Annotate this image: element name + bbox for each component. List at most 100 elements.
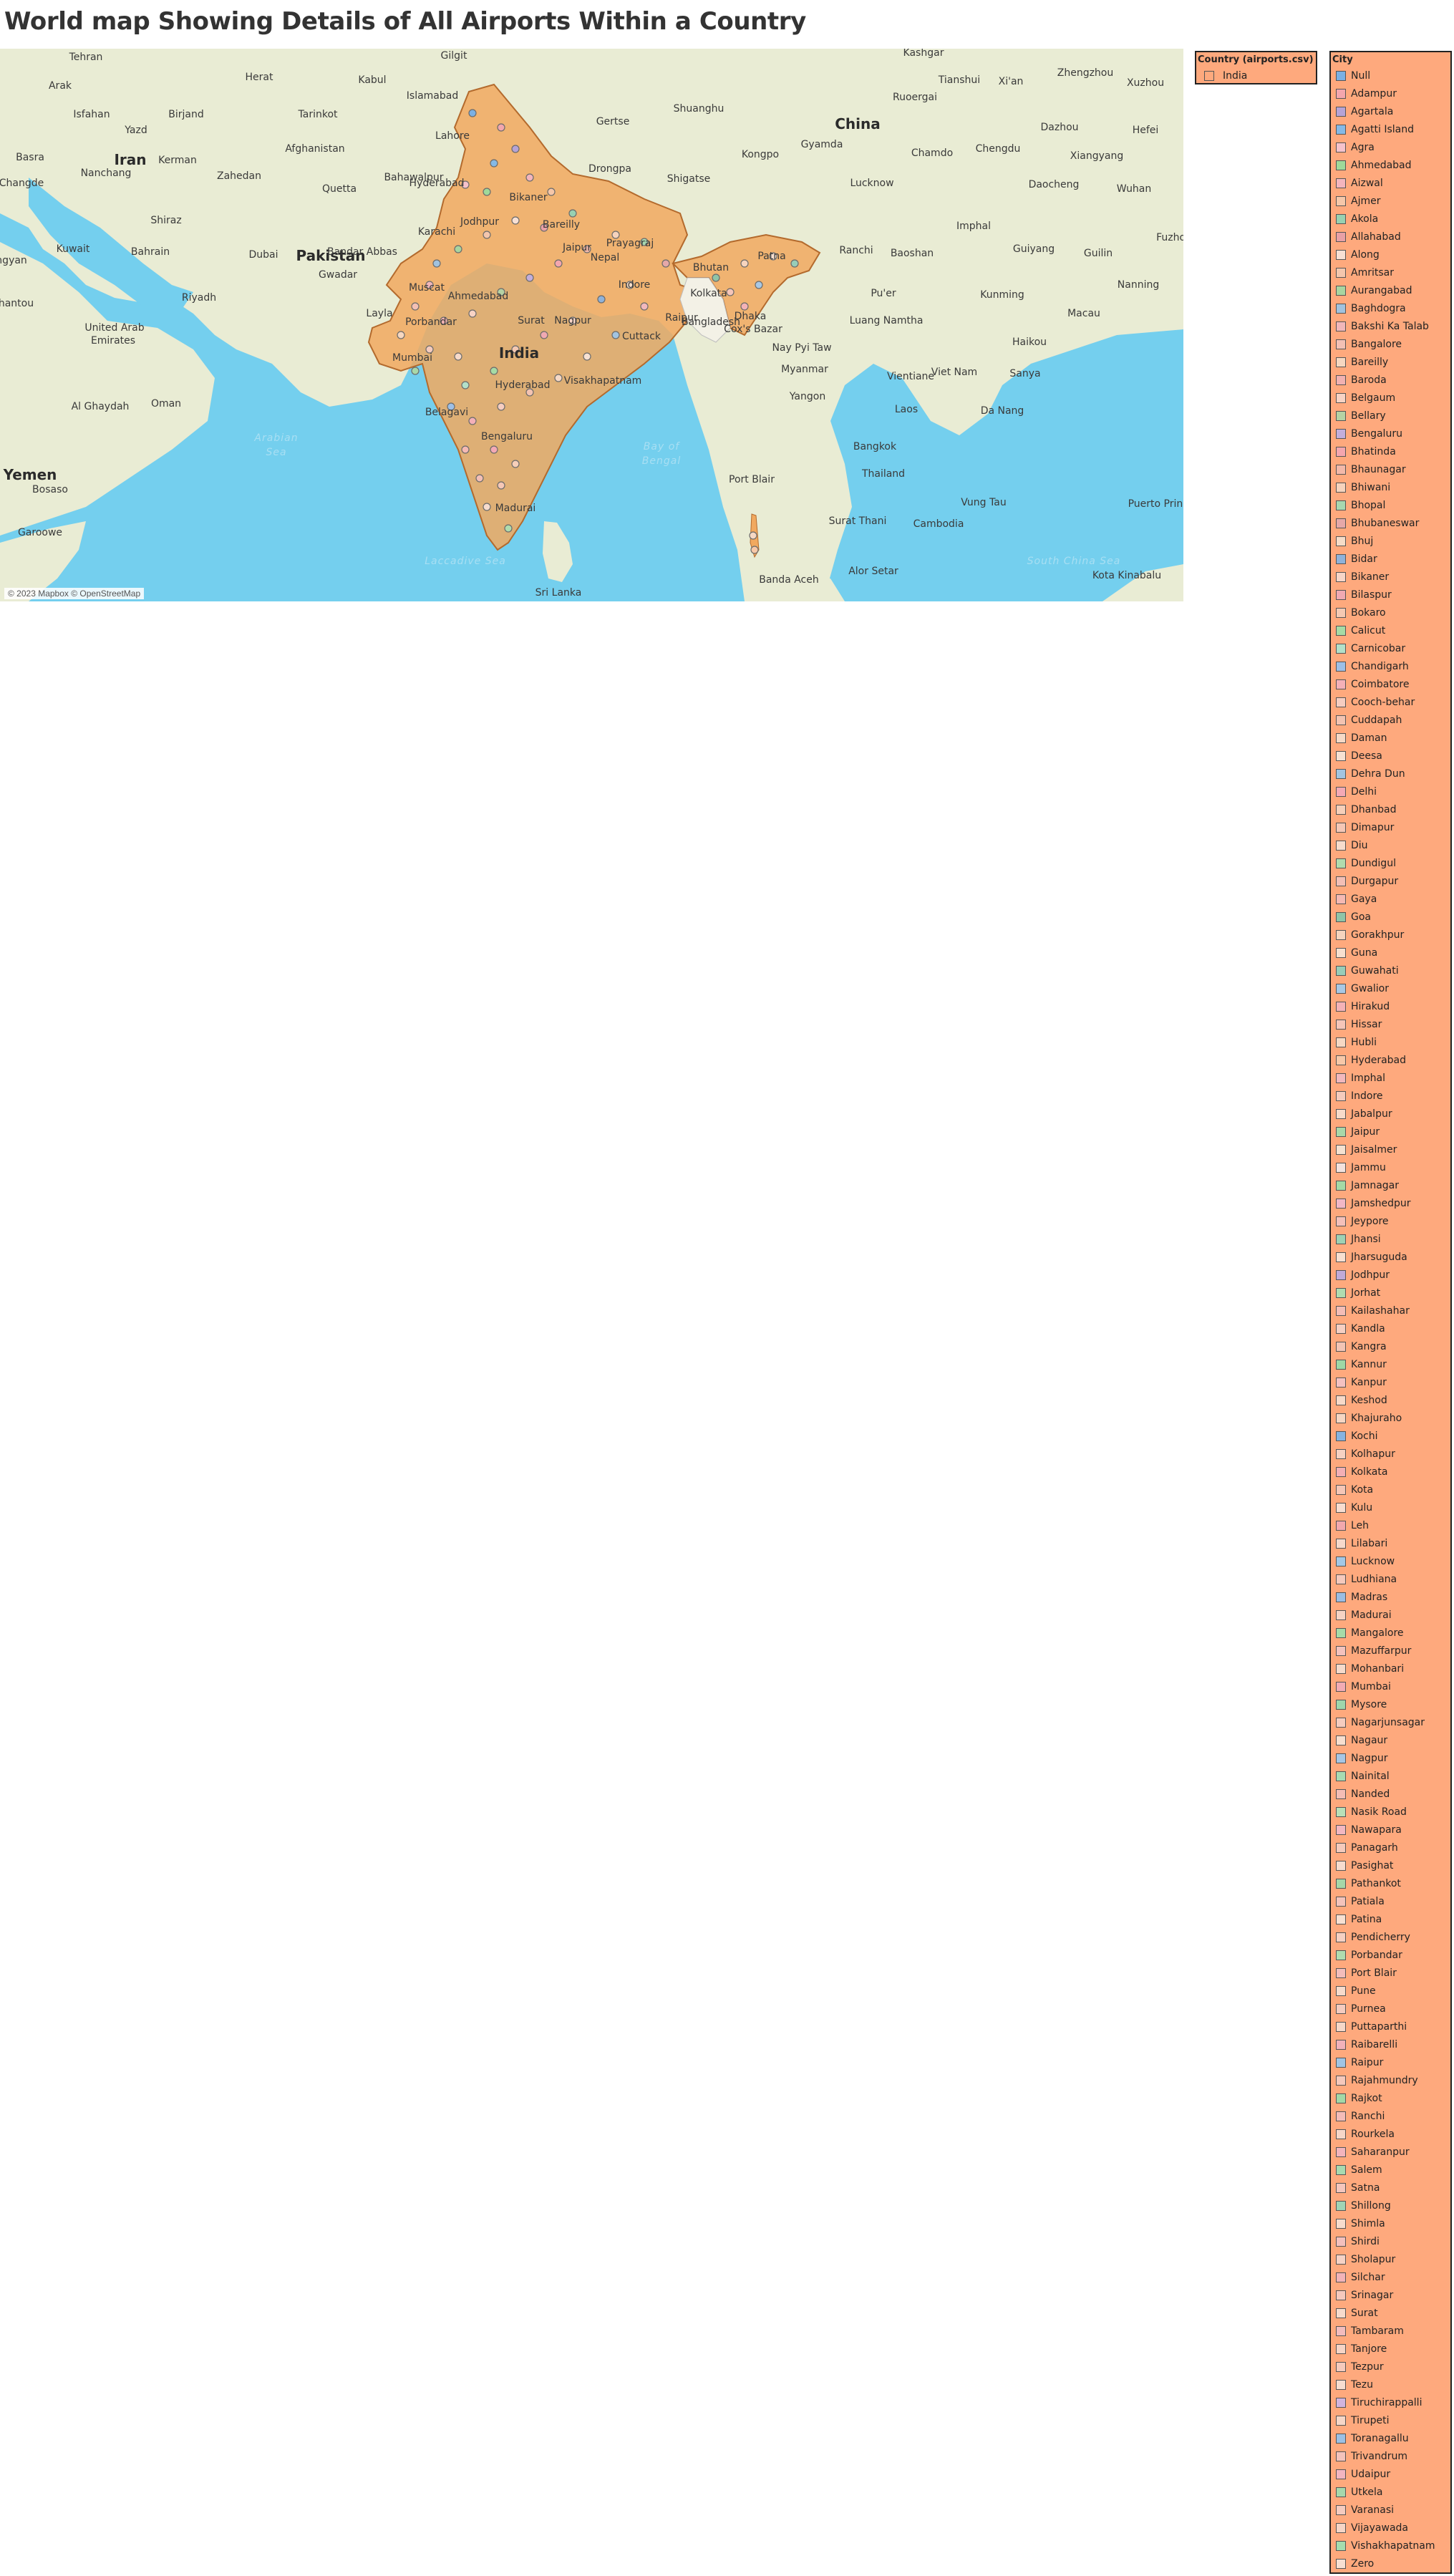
city-legend-item[interactable]: Raipur bbox=[1331, 2053, 1450, 2071]
city-legend-item[interactable]: Bikaner bbox=[1331, 568, 1450, 586]
city-legend-item[interactable]: Jammu bbox=[1331, 1158, 1450, 1176]
airport-marker[interactable] bbox=[497, 123, 505, 132]
airport-marker[interactable] bbox=[475, 474, 484, 483]
city-legend-item[interactable]: Along bbox=[1331, 246, 1450, 263]
airport-marker[interactable] bbox=[547, 188, 556, 196]
city-legend-item[interactable]: Port Blair bbox=[1331, 1964, 1450, 1982]
city-legend-item[interactable]: Dehra Dun bbox=[1331, 765, 1450, 783]
city-legend-item[interactable]: Rajkot bbox=[1331, 2089, 1450, 2107]
city-legend-item[interactable]: Null bbox=[1331, 67, 1450, 84]
airport-marker[interactable] bbox=[504, 524, 513, 533]
city-legend-item[interactable]: Diu bbox=[1331, 836, 1450, 854]
city-legend-item[interactable]: Jaipur bbox=[1331, 1123, 1450, 1141]
city-legend-item[interactable]: Nawapara bbox=[1331, 1821, 1450, 1839]
city-legend-item[interactable]: Nasik Road bbox=[1331, 1803, 1450, 1821]
airport-marker[interactable] bbox=[540, 331, 548, 339]
city-legend-item[interactable]: Allahabad bbox=[1331, 228, 1450, 246]
city-legend-item[interactable]: Varanasi bbox=[1331, 2501, 1450, 2519]
city-legend-item[interactable]: Cuddapah bbox=[1331, 711, 1450, 729]
airport-marker[interactable] bbox=[411, 367, 420, 375]
airport-marker[interactable] bbox=[554, 374, 563, 382]
city-legend-item[interactable]: Toranagallu bbox=[1331, 2429, 1450, 2447]
city-legend-item[interactable]: Jharsuguda bbox=[1331, 1248, 1450, 1266]
city-legend-item[interactable]: Dhanbad bbox=[1331, 800, 1450, 818]
city-legend-item[interactable]: Jeypore bbox=[1331, 1212, 1450, 1230]
city-legend-item[interactable]: Vishakhapatnam bbox=[1331, 2537, 1450, 2555]
airport-marker[interactable] bbox=[726, 288, 735, 296]
airport-marker[interactable] bbox=[712, 273, 720, 282]
city-legend-item[interactable]: Kailashahar bbox=[1331, 1302, 1450, 1320]
airport-marker[interactable] bbox=[497, 402, 505, 411]
airport-marker[interactable] bbox=[511, 460, 520, 468]
airport-marker[interactable] bbox=[454, 245, 462, 253]
airport-marker[interactable] bbox=[461, 445, 470, 454]
city-legend-item[interactable]: Tanjore bbox=[1331, 2340, 1450, 2358]
city-legend-item[interactable]: Sholapur bbox=[1331, 2250, 1450, 2268]
airport-marker[interactable] bbox=[790, 259, 799, 268]
city-legend-item[interactable]: Surat bbox=[1331, 2304, 1450, 2322]
city-legend-item[interactable]: Chandigarh bbox=[1331, 657, 1450, 675]
airport-marker[interactable] bbox=[597, 295, 606, 304]
city-legend-item[interactable]: Kangra bbox=[1331, 1337, 1450, 1355]
airport-marker[interactable] bbox=[483, 188, 491, 196]
airport-marker[interactable] bbox=[640, 302, 649, 311]
city-legend-item[interactable]: Patina bbox=[1331, 1910, 1450, 1928]
city-legend-item[interactable]: Goa bbox=[1331, 908, 1450, 926]
city-legend-item[interactable]: Hyderabad bbox=[1331, 1051, 1450, 1069]
map-canvas[interactable]: IndiaPakistanChinaIranYemenNepalBhutanBa… bbox=[0, 49, 1183, 601]
airport-marker[interactable] bbox=[661, 259, 670, 268]
airport-map[interactable]: India Pakistan China Iran Yemen Nepal Bhutan Ba… bbox=[0, 49, 1183, 601]
airport-marker[interactable] bbox=[468, 309, 477, 318]
city-legend-item[interactable]: Belgaum bbox=[1331, 389, 1450, 407]
city-legend-item[interactable]: Silchar bbox=[1331, 2268, 1450, 2286]
city-legend-item[interactable]: Jamnagar bbox=[1331, 1176, 1450, 1194]
city-legend-item[interactable]: Pune bbox=[1331, 1982, 1450, 2000]
city-legend-item[interactable]: Durgapur bbox=[1331, 872, 1450, 890]
city-legend-item[interactable]: Guwahati bbox=[1331, 962, 1450, 979]
city-legend-item[interactable]: Kulu bbox=[1331, 1498, 1450, 1516]
city-legend-item[interactable]: Tambaram bbox=[1331, 2322, 1450, 2340]
city-legend-item[interactable]: Jaisalmer bbox=[1331, 1141, 1450, 1158]
city-legend-item[interactable]: Puttaparthi bbox=[1331, 2018, 1450, 2035]
city-legend-item[interactable]: Kota bbox=[1331, 1481, 1450, 1498]
city-legend-item[interactable]: Pathankot bbox=[1331, 1874, 1450, 1892]
city-legend-item[interactable]: Tezpur bbox=[1331, 2358, 1450, 2376]
city-legend-item[interactable]: Aizwal bbox=[1331, 174, 1450, 192]
city-legend-item[interactable]: Bhaunagar bbox=[1331, 460, 1450, 478]
airport-marker[interactable] bbox=[497, 481, 505, 490]
airport-marker[interactable] bbox=[454, 352, 462, 361]
city-legend-item[interactable]: Dundigul bbox=[1331, 854, 1450, 872]
city-legend-item[interactable]: Aurangabad bbox=[1331, 281, 1450, 299]
city-legend-item[interactable]: Jamshedpur bbox=[1331, 1194, 1450, 1212]
city-legend-item[interactable]: Nagpur bbox=[1331, 1749, 1450, 1767]
city-legend-item[interactable]: Rourkela bbox=[1331, 2125, 1450, 2143]
city-legend-item[interactable]: Bidar bbox=[1331, 550, 1450, 568]
city-legend-item[interactable]: Nagaur bbox=[1331, 1731, 1450, 1749]
city-legend-item[interactable]: Zero bbox=[1331, 2555, 1450, 2572]
airport-marker[interactable] bbox=[490, 367, 498, 375]
city-legend-item[interactable]: Kochi bbox=[1331, 1427, 1450, 1445]
city-legend[interactable]: City Null Adampur Agartala Agatti Island Agr… bbox=[1329, 51, 1452, 2574]
country-legend[interactable]: Country (airports.csv) India bbox=[1195, 51, 1317, 84]
city-legend-item[interactable]: Tiruchirappalli bbox=[1331, 2393, 1450, 2411]
city-legend-item[interactable]: Jodhpur bbox=[1331, 1266, 1450, 1284]
city-legend-item[interactable]: Bhiwani bbox=[1331, 478, 1450, 496]
city-legend-item[interactable]: Bhubaneswar bbox=[1331, 514, 1450, 532]
city-legend-item[interactable]: Rajahmundry bbox=[1331, 2071, 1450, 2089]
city-legend-item[interactable]: Shillong bbox=[1331, 2197, 1450, 2214]
city-legend-item[interactable]: Madurai bbox=[1331, 1606, 1450, 1624]
city-legend-item[interactable]: Khajuraho bbox=[1331, 1409, 1450, 1427]
city-legend-item[interactable]: Bareilly bbox=[1331, 353, 1450, 371]
airport-marker[interactable] bbox=[490, 159, 498, 168]
city-legend-item[interactable]: Nainital bbox=[1331, 1767, 1450, 1785]
city-legend-item[interactable]: Cooch-behar bbox=[1331, 693, 1450, 711]
airport-marker[interactable] bbox=[740, 259, 749, 268]
city-legend-item[interactable]: Adampur bbox=[1331, 84, 1450, 102]
airport-marker[interactable] bbox=[468, 109, 477, 117]
airport-marker[interactable] bbox=[611, 331, 620, 339]
airport-marker[interactable] bbox=[397, 331, 405, 339]
city-legend-item[interactable]: Ahmedabad bbox=[1331, 156, 1450, 174]
airport-marker[interactable] bbox=[483, 231, 491, 239]
city-legend-item[interactable]: Agartala bbox=[1331, 102, 1450, 120]
city-legend-item[interactable]: Jabalpur bbox=[1331, 1105, 1450, 1123]
